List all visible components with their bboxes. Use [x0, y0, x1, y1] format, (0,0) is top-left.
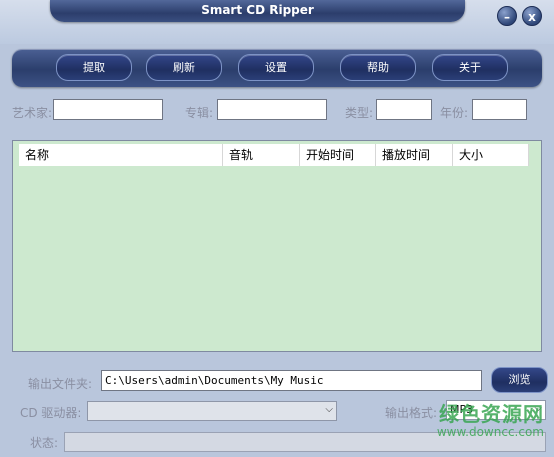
extract-button[interactable]: 提取: [56, 54, 132, 81]
genre-field[interactable]: [376, 99, 432, 120]
album-label: 专辑:: [185, 106, 214, 120]
title-bar[interactable]: Smart CD Ripper – x: [0, 0, 554, 44]
output-folder-field[interactable]: C:\Users\admin\Documents\My Music: [101, 370, 482, 391]
genre-label: 类型:: [345, 106, 374, 120]
chevron-down-icon: ⌵: [534, 403, 542, 414]
close-button[interactable]: x: [522, 6, 542, 26]
artist-field[interactable]: [53, 99, 163, 120]
column-header-play-time[interactable]: 播放时间: [376, 144, 453, 166]
output-format-select[interactable]: MP3 ⌵: [446, 400, 546, 420]
year-label: 年份:: [440, 106, 469, 120]
cd-drive-label: CD 驱动器:: [20, 406, 82, 420]
output-format-value: MP3: [450, 403, 474, 416]
track-list[interactable]: 名称 音轨 开始时间 播放时间 大小: [12, 140, 542, 352]
column-header-name[interactable]: 名称: [19, 144, 223, 166]
settings-button[interactable]: 设置: [238, 54, 314, 81]
title-capsule: Smart CD Ripper: [50, 0, 465, 22]
refresh-button[interactable]: 刷新: [146, 54, 222, 81]
help-button[interactable]: 帮助: [340, 54, 416, 81]
album-field[interactable]: [217, 99, 327, 120]
artist-label: 艺术家:: [12, 106, 53, 120]
track-list-header: 名称 音轨 开始时间 播放时间 大小: [19, 144, 529, 166]
year-field[interactable]: [472, 99, 527, 120]
cd-drive-select[interactable]: ⌵: [87, 401, 337, 421]
output-format-label: 输出格式:: [385, 406, 438, 420]
output-folder-label: 输出文件夹:: [28, 377, 93, 391]
column-header-size[interactable]: 大小: [453, 144, 529, 166]
column-header-track[interactable]: 音轨: [223, 144, 300, 166]
minimize-button[interactable]: –: [497, 6, 517, 26]
status-field: [64, 432, 546, 452]
chevron-down-icon: ⌵: [325, 404, 333, 415]
toolbar: 提取 刷新 设置 帮助 关于: [12, 49, 542, 87]
app-title: Smart CD Ripper: [201, 3, 314, 17]
browse-button[interactable]: 浏览: [491, 367, 548, 393]
status-label: 状态:: [30, 436, 59, 450]
about-button[interactable]: 关于: [432, 54, 508, 81]
column-header-start-time[interactable]: 开始时间: [300, 144, 376, 166]
